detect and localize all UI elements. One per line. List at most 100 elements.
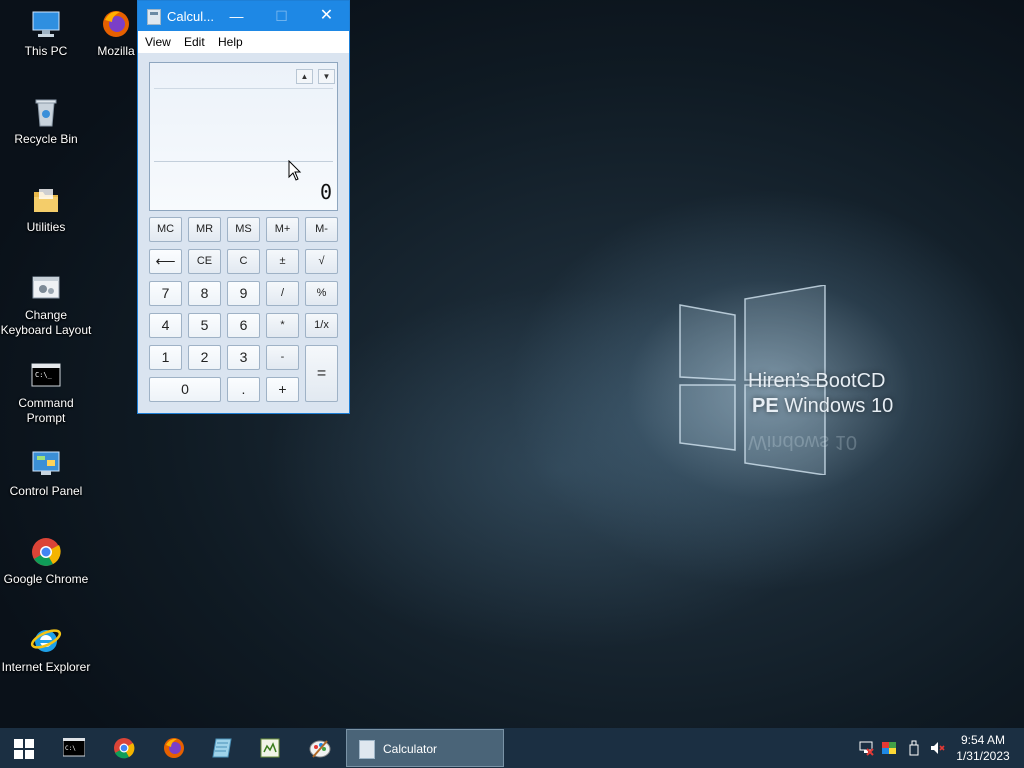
paint-icon — [309, 740, 331, 758]
desktop-icon-label: Change Keyboard Layout — [0, 308, 92, 337]
calculator-display: ▲ ▼ 0 — [149, 62, 338, 211]
display-divider — [154, 161, 333, 162]
wallpaper-brand-subtitle: PE Windows 10 — [752, 395, 893, 418]
taskbar-calculator[interactable]: Calculator — [346, 729, 504, 767]
display-value: 0 — [319, 180, 332, 204]
key-3[interactable]: 3 — [227, 345, 260, 370]
key-0[interactable]: 0 — [149, 377, 221, 402]
desktop-icon-utilities[interactable]: Utilities — [0, 184, 92, 235]
desktop-icon-label: Google Chrome — [3, 572, 89, 586]
svg-text:C:\: C:\ — [65, 745, 76, 752]
key-memory-clear[interactable]: MC — [149, 217, 182, 242]
key-plus-minus[interactable]: ± — [266, 249, 299, 274]
key-6[interactable]: 6 — [227, 313, 260, 338]
taskbar: C:\ Calculator — [0, 728, 1024, 768]
wallpaper-brand-pe: PE — [752, 395, 779, 417]
key-divide[interactable]: / — [266, 281, 299, 306]
key-8[interactable]: 8 — [188, 281, 221, 306]
start-button[interactable] — [0, 728, 48, 768]
chrome-icon — [114, 738, 135, 759]
desktop-icon-label: Utilities — [26, 220, 66, 234]
chrome-icon — [30, 536, 62, 568]
key-clear[interactable]: C — [227, 249, 260, 274]
clock-date: 1/31/2023 — [956, 749, 1010, 763]
taskbar-paint[interactable] — [296, 728, 344, 768]
key-square-root[interactable]: √ — [305, 249, 338, 274]
folder-icon — [30, 184, 62, 216]
volume-muted-icon[interactable] — [929, 740, 945, 756]
calculator-titlebar[interactable]: Calcul... — ☐ ✕ — [138, 1, 349, 31]
wallpaper-brand-title: Hiren’s BootCD — [748, 370, 886, 392]
key-multiply[interactable]: * — [266, 313, 299, 338]
recycle-bin-icon — [30, 96, 62, 128]
key-reciprocal[interactable]: 1/x — [305, 313, 338, 338]
desktop-icon-change-keyboard-layout[interactable]: Change Keyboard Layout — [0, 272, 92, 338]
settings-window-icon — [30, 272, 62, 304]
usb-device-icon[interactable] — [906, 740, 922, 756]
key-memory-store[interactable]: MS — [227, 217, 260, 242]
key-subtract[interactable]: - — [266, 345, 299, 370]
svg-text:C:\_: C:\_ — [35, 371, 53, 379]
key-percent[interactable]: % — [305, 281, 338, 306]
menu-edit[interactable]: Edit — [184, 35, 205, 49]
desktop-icon-label: Internet Explorer — [1, 660, 91, 674]
taskbar-editor[interactable] — [246, 728, 294, 768]
calculator-icon — [359, 740, 375, 759]
firefox-icon — [100, 8, 132, 40]
notepad-icon — [212, 738, 232, 758]
menu-bar: View Edit Help — [138, 31, 349, 53]
taskbar-chrome[interactable] — [100, 728, 148, 768]
computer-icon — [30, 8, 62, 40]
key-1[interactable]: 1 — [149, 345, 182, 370]
taskbar-command-prompt[interactable]: C:\ — [50, 728, 98, 768]
desktop-icon-label: Command Prompt — [18, 396, 74, 425]
desktop-icon-command-prompt[interactable]: C:\_ Command Prompt — [0, 360, 92, 426]
desktop-icon-this-pc[interactable]: This PC — [0, 8, 92, 59]
taskbar-notepad[interactable] — [198, 728, 246, 768]
close-button[interactable]: ✕ — [304, 1, 349, 31]
key-2[interactable]: 2 — [188, 345, 221, 370]
display-color-icon[interactable] — [881, 740, 897, 756]
calculator-body: ▲ ▼ 0 MC MR MS M+ M- ⟵ CE C ± √ 7 8 9 / … — [138, 53, 349, 413]
desktop-icon-google-chrome[interactable]: Google Chrome — [0, 536, 92, 587]
minimize-button[interactable]: — — [214, 1, 259, 31]
key-clear-entry[interactable]: CE — [188, 249, 221, 274]
terminal-icon: C:\ — [63, 738, 85, 757]
system-clock[interactable]: 9:54 AM 1/31/2023 — [950, 732, 1016, 764]
clock-time: 9:54 AM — [960, 733, 1006, 747]
key-4[interactable]: 4 — [149, 313, 182, 338]
key-equals[interactable]: = — [305, 345, 338, 402]
taskbar-calculator-label: Calculator — [383, 742, 438, 756]
desktop-icon-control-panel[interactable]: Control Panel — [0, 448, 92, 499]
menu-help[interactable]: Help — [218, 35, 243, 49]
history-up-button[interactable]: ▲ — [296, 69, 313, 84]
key-add[interactable]: + — [266, 377, 299, 402]
calculator-window[interactable]: Calcul... — ☐ ✕ View Edit Help ▲ ▼ 0 MC … — [137, 0, 350, 414]
desktop-icon-label: Control Panel — [9, 484, 83, 498]
menu-view[interactable]: View — [145, 35, 171, 49]
key-5[interactable]: 5 — [188, 313, 221, 338]
wallpaper-brand-reflection: Windows 10 — [748, 431, 857, 453]
key-9[interactable]: 9 — [227, 281, 260, 306]
calculator-app-icon — [147, 9, 161, 25]
key-backspace[interactable]: ⟵ — [149, 249, 182, 274]
key-memory-recall[interactable]: MR — [188, 217, 221, 242]
firefox-icon — [164, 738, 184, 758]
key-memory-subtract[interactable]: M- — [305, 217, 338, 242]
wallpaper-brand-windows: Windows 10 — [784, 395, 894, 417]
text-editor-icon — [260, 738, 280, 758]
taskbar-firefox[interactable] — [150, 728, 198, 768]
history-down-button[interactable]: ▼ — [318, 69, 335, 84]
desktop-icon-internet-explorer[interactable]: Internet Explorer — [0, 624, 92, 675]
key-7[interactable]: 7 — [149, 281, 182, 306]
window-title: Calcul... — [167, 9, 214, 24]
mouse-cursor-icon — [288, 160, 302, 181]
desktop-icon-label: This PC — [24, 44, 68, 58]
desktop-icon-label: Recycle Bin — [14, 132, 78, 146]
terminal-icon: C:\_ — [30, 360, 62, 392]
key-memory-add[interactable]: M+ — [266, 217, 299, 242]
network-icon[interactable] — [858, 740, 874, 756]
key-decimal[interactable]: . — [227, 377, 260, 402]
desktop-icon-recycle-bin[interactable]: Recycle Bin — [0, 96, 92, 147]
maximize-button[interactable]: ☐ — [259, 1, 304, 31]
